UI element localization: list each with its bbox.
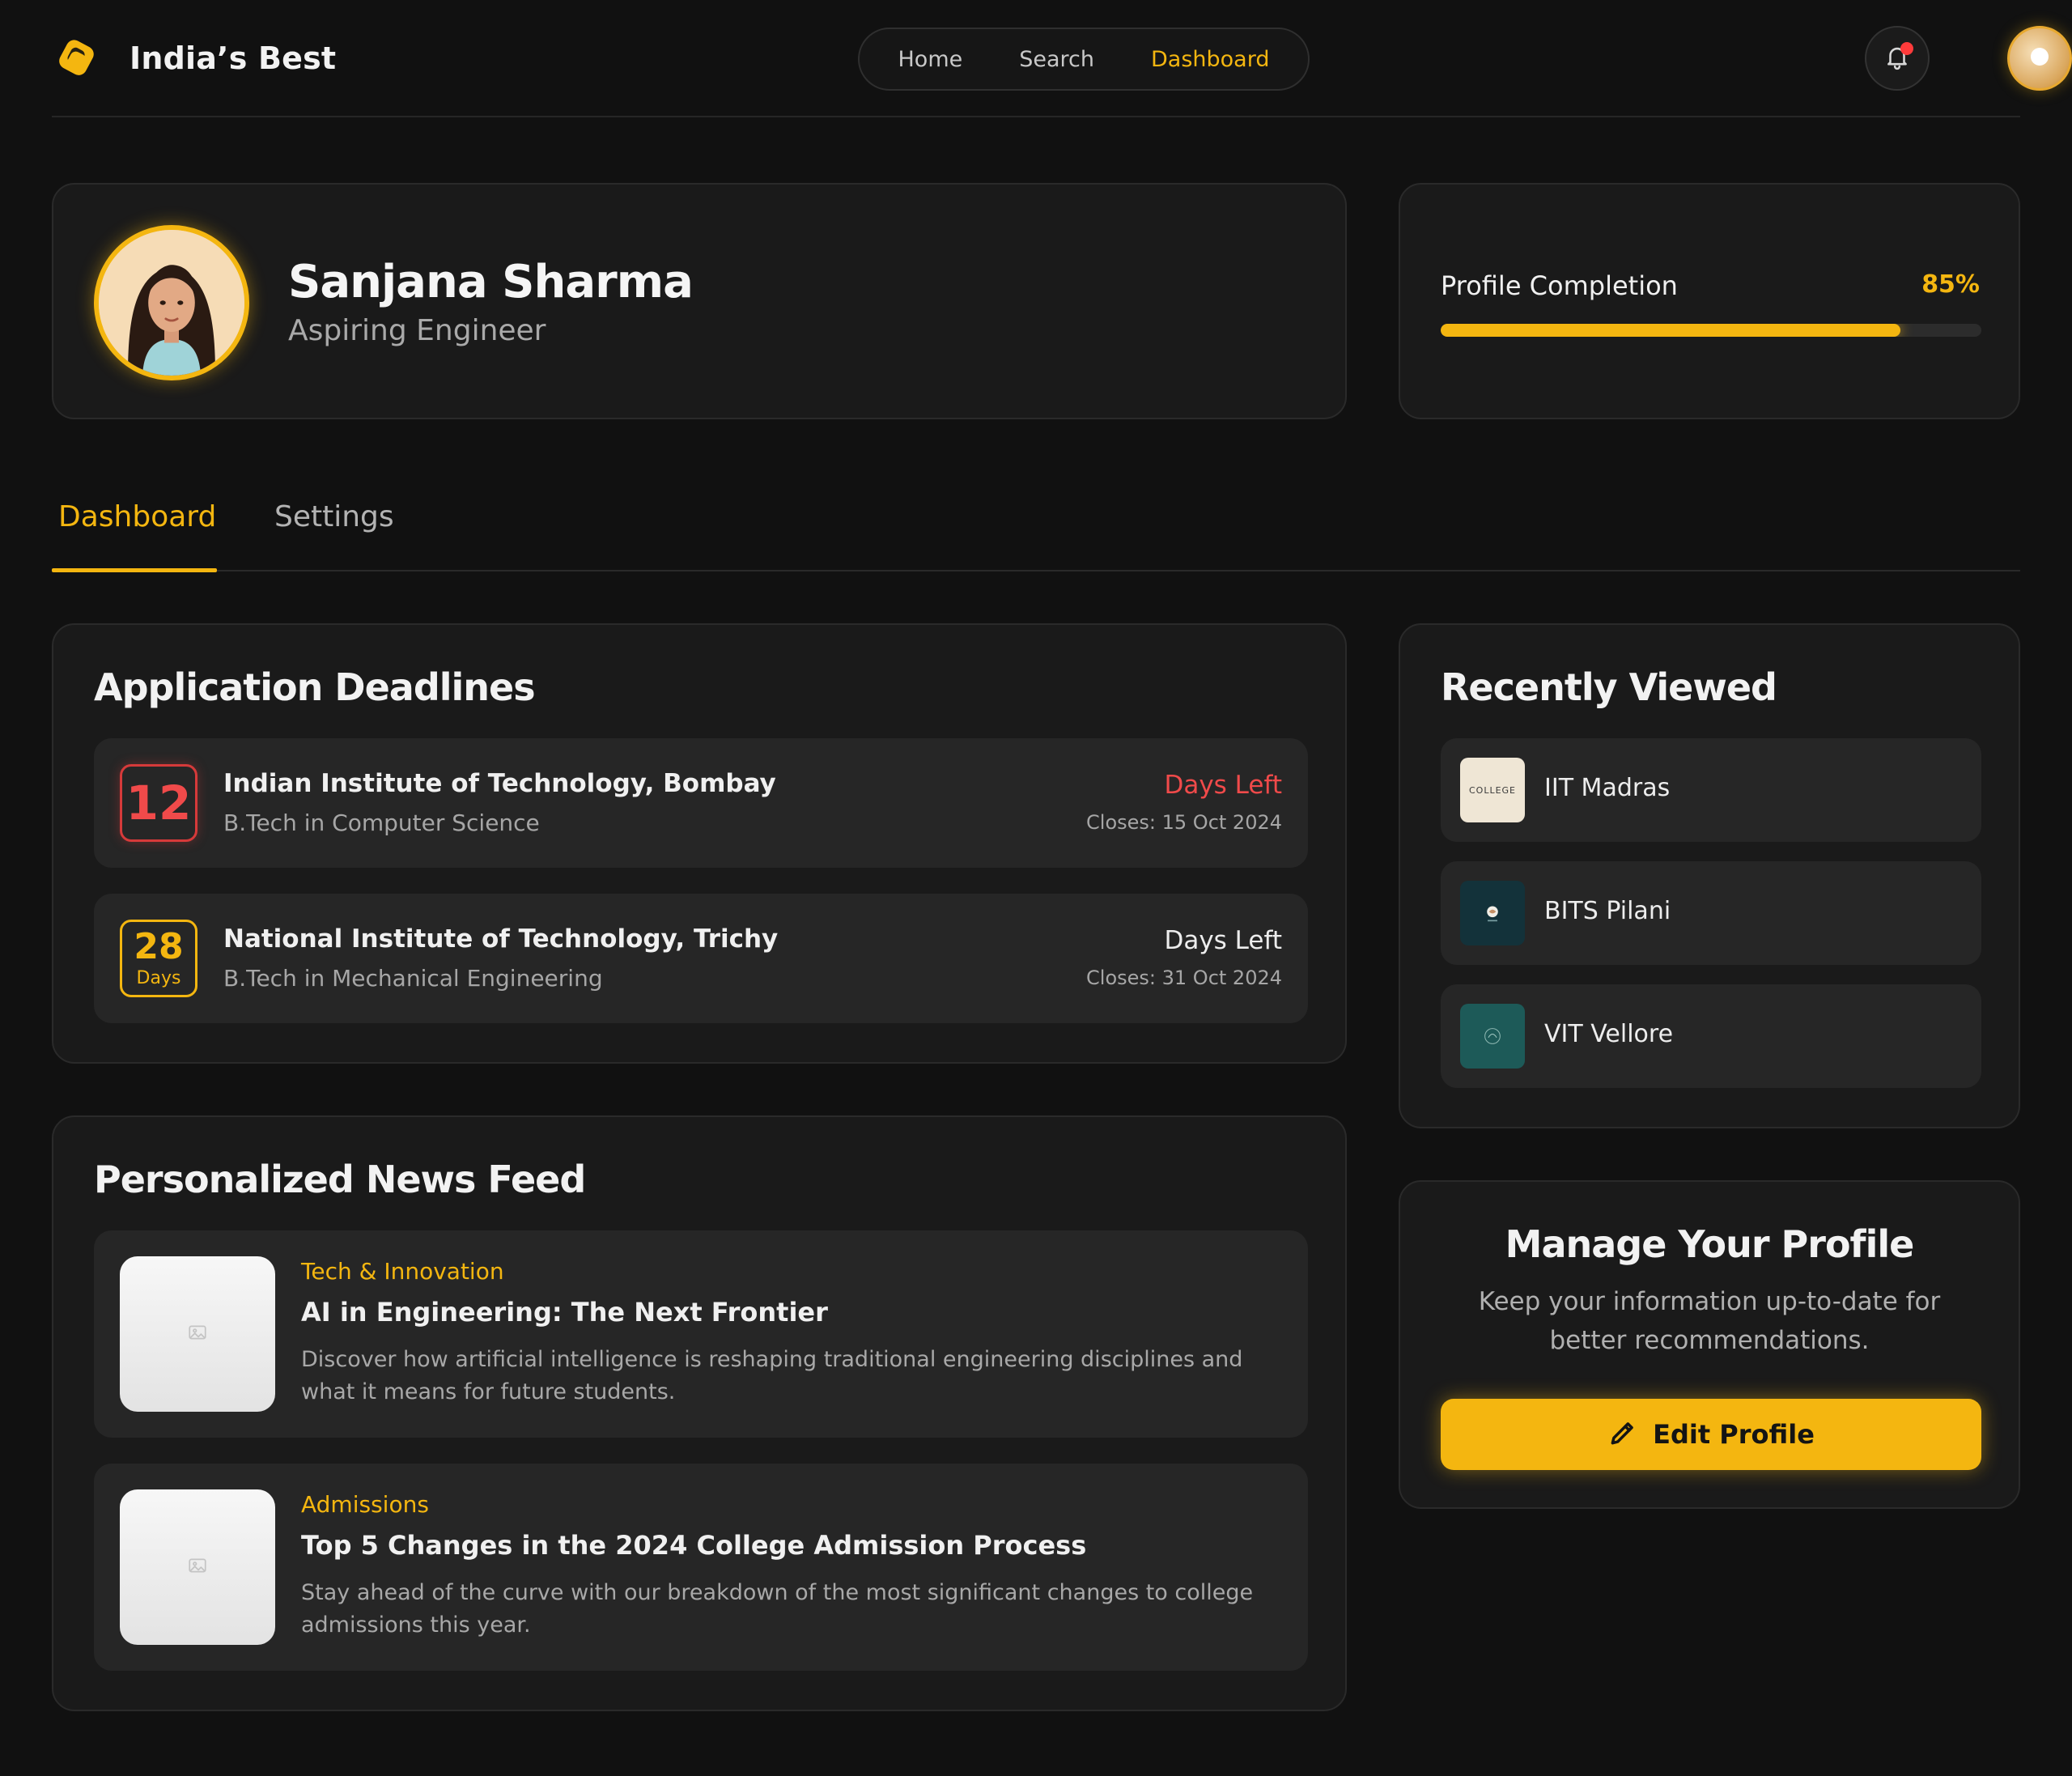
college-logo bbox=[1460, 881, 1525, 945]
news-summary: Discover how artificial intelligence is … bbox=[301, 1347, 1243, 1404]
deadline-item[interactable]: 12 Indian Institute of Technology, Bomba… bbox=[94, 738, 1308, 868]
completion-percent: 85% bbox=[1921, 270, 1980, 299]
nav-search[interactable]: Search bbox=[1019, 47, 1094, 72]
image-placeholder-icon bbox=[187, 1322, 208, 1346]
brand[interactable]: India’s Best bbox=[52, 32, 336, 84]
tab-settings[interactable]: Settings bbox=[274, 500, 394, 533]
profile-name: Sanjana Sharma bbox=[288, 256, 694, 308]
dashboard-tabs: Dashboard Settings bbox=[52, 478, 2020, 572]
profile-card: Sanjana Sharma Aspiring Engineer bbox=[52, 183, 1347, 419]
news-thumbnail bbox=[120, 1256, 275, 1412]
news-feed-title: Personalized News Feed bbox=[94, 1158, 586, 1201]
days-left-label: Days Left bbox=[1164, 771, 1282, 800]
edit-profile-button[interactable]: Edit Profile bbox=[1441, 1399, 1981, 1470]
days-unit: Days bbox=[136, 967, 181, 988]
profile-avatar bbox=[94, 225, 249, 380]
recent-college-item[interactable]: COLLEGE IIT Madras bbox=[1441, 738, 1981, 842]
logo-icon bbox=[52, 34, 100, 83]
recent-college-item[interactable]: BITS Pilani bbox=[1441, 861, 1981, 965]
news-category: Admissions bbox=[301, 1491, 429, 1518]
news-item[interactable]: Admissions Top 5 Changes in the 2024 Col… bbox=[94, 1464, 1308, 1671]
college-logo bbox=[1460, 1004, 1525, 1069]
deadlines-title: Application Deadlines bbox=[94, 665, 536, 709]
recently-viewed-title: Recently Viewed bbox=[1441, 665, 1777, 709]
recently-viewed-card: Recently Viewed COLLEGE IIT Madras BITS … bbox=[1399, 623, 2020, 1128]
nav-home[interactable]: Home bbox=[898, 47, 963, 72]
nav-dashboard[interactable]: Dashboard bbox=[1151, 47, 1269, 72]
edit-profile-label: Edit Profile bbox=[1653, 1419, 1815, 1450]
manage-profile-title: Manage Your Profile bbox=[1505, 1222, 1915, 1266]
tab-dashboard[interactable]: Dashboard bbox=[58, 500, 216, 533]
profile-role: Aspiring Engineer bbox=[288, 314, 546, 347]
days-badge: 12 bbox=[120, 764, 197, 842]
days-count: 12 bbox=[125, 775, 192, 831]
news-feed-card: Personalized News Feed Tech & Innovation… bbox=[52, 1115, 1347, 1711]
course-name: B.Tech in Mechanical Engineering bbox=[223, 965, 603, 992]
manage-profile-card: Manage Your Profile Keep your informatio… bbox=[1399, 1180, 2020, 1509]
profile-completion-card: Profile Completion 85% bbox=[1399, 183, 2020, 419]
news-headline[interactable]: AI in Engineering: The Next Frontier bbox=[301, 1297, 828, 1328]
college-name: BITS Pilani bbox=[1544, 897, 1671, 925]
recent-college-item[interactable]: VIT Vellore bbox=[1441, 984, 1981, 1088]
notification-dot bbox=[1900, 42, 1913, 55]
days-count: 28 bbox=[134, 925, 184, 967]
completion-progress-fill bbox=[1441, 324, 1900, 337]
college-logo: COLLEGE bbox=[1460, 758, 1525, 822]
news-item[interactable]: Tech & Innovation AI in Engineering: The… bbox=[94, 1230, 1308, 1438]
image-placeholder-icon bbox=[187, 1555, 208, 1579]
news-thumbnail bbox=[120, 1489, 275, 1645]
main-nav: Home Search Dashboard bbox=[858, 28, 1310, 91]
brand-name: India’s Best bbox=[130, 40, 337, 76]
avatar bbox=[2031, 48, 2049, 66]
pencil-icon bbox=[1607, 1417, 1638, 1451]
institute-name: Indian Institute of Technology, Bombay bbox=[223, 769, 776, 798]
user-avatar-button[interactable] bbox=[2007, 26, 2072, 91]
news-headline[interactable]: Top 5 Changes in the 2024 College Admiss… bbox=[301, 1530, 1086, 1561]
completion-progress-bar bbox=[1441, 324, 1981, 337]
application-deadlines-card: Application Deadlines 12 Indian Institut… bbox=[52, 623, 1347, 1064]
college-logo-text: COLLEGE bbox=[1468, 784, 1517, 796]
notifications-button[interactable] bbox=[1865, 26, 1930, 91]
closing-date: Closes: 31 Oct 2024 bbox=[1086, 967, 1282, 989]
college-name: IIT Madras bbox=[1544, 774, 1671, 802]
news-category: Tech & Innovation bbox=[301, 1258, 504, 1285]
college-name: VIT Vellore bbox=[1544, 1020, 1674, 1048]
course-name: B.Tech in Computer Science bbox=[223, 809, 540, 836]
closing-date: Closes: 15 Oct 2024 bbox=[1086, 811, 1282, 834]
days-left-label: Days Left bbox=[1164, 926, 1282, 955]
completion-label: Profile Completion bbox=[1441, 270, 1678, 301]
deadline-item[interactable]: 28 Days National Institute of Technology… bbox=[94, 894, 1308, 1023]
top-header: India’s Best Home Search Dashboard bbox=[52, 0, 2072, 117]
institute-name: National Institute of Technology, Trichy bbox=[223, 924, 779, 954]
days-badge: 28 Days bbox=[120, 920, 197, 997]
active-tab-indicator bbox=[52, 568, 217, 572]
manage-profile-description: Keep your information up-to-date for bet… bbox=[1478, 1287, 1941, 1355]
news-summary: Stay ahead of the curve with our breakdo… bbox=[301, 1580, 1254, 1638]
